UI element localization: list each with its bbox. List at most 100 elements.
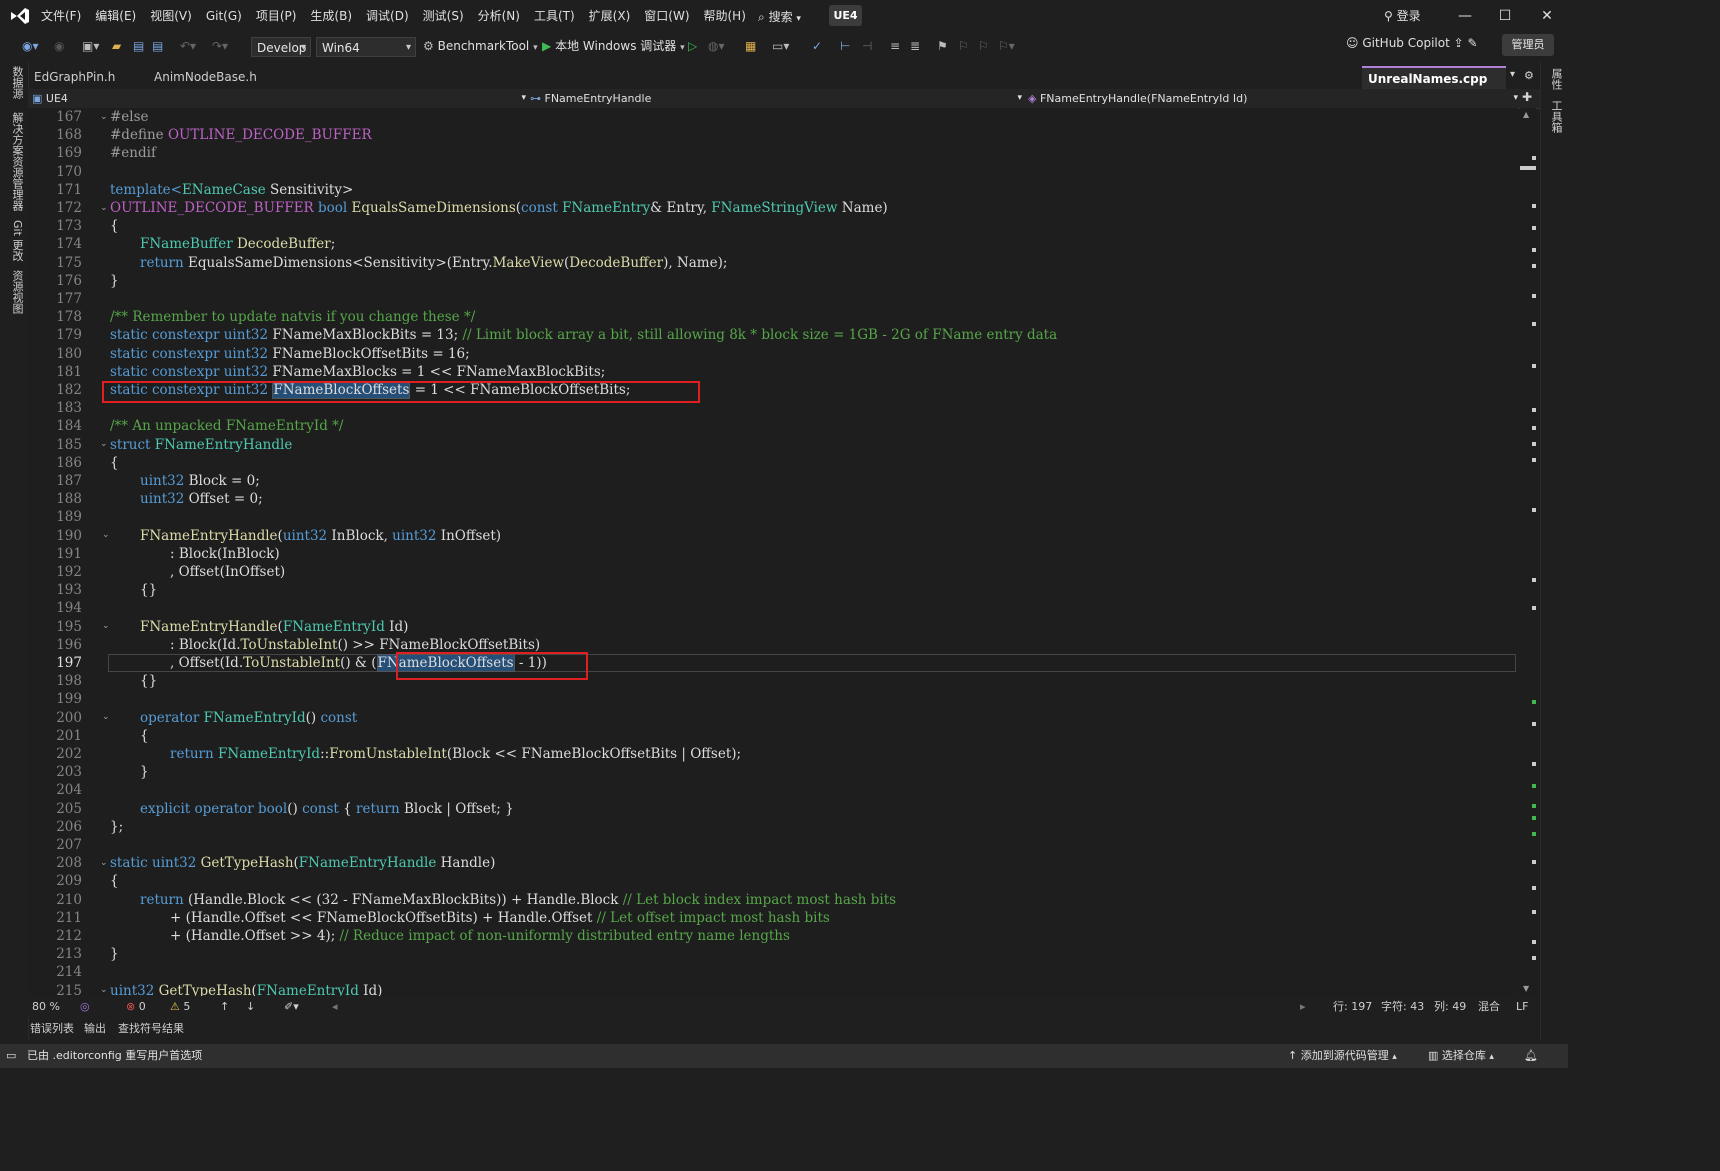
outdent-icon[interactable]: ⊣ <box>862 36 872 56</box>
data-sources-tab[interactable]: 数据源 <box>9 66 25 99</box>
startup-project-select[interactable]: ⚙ BenchmarkTool ▾ <box>423 36 538 56</box>
platform-select[interactable]: Win64 <box>316 37 416 58</box>
toolbox-tab[interactable]: 工具箱 <box>1548 100 1564 133</box>
scroll-left-icon[interactable]: ◂ <box>332 997 338 1016</box>
chevron-down-icon: ▾ <box>1017 93 1022 103</box>
forward-icon[interactable]: ◉ <box>54 36 64 56</box>
indent-mode[interactable]: 混合 <box>1478 997 1500 1016</box>
settings-gear-icon[interactable]: ⚙ <box>1524 69 1534 82</box>
split-icon[interactable]: ✚ <box>1522 90 1532 104</box>
code-token: explicit operator bool <box>140 800 288 817</box>
save-all-icon[interactable]: ▤ <box>152 36 163 56</box>
fold-marker[interactable]: ⌄ <box>100 199 108 217</box>
line-indicator[interactable]: 行: 197 <box>1333 997 1372 1016</box>
zoom-level[interactable]: 80 % <box>32 997 60 1016</box>
intellisense-icon[interactable]: ◎ <box>80 997 90 1016</box>
scroll-thumb[interactable] <box>1520 166 1536 170</box>
menu-debug[interactable]: 调试(D) <box>359 0 416 32</box>
line-number: 193 <box>56 582 82 599</box>
project-dropdown[interactable]: ▣ UE4 ▾ <box>32 89 526 108</box>
solution-explorer-icon[interactable]: ▦ <box>745 36 756 56</box>
spell-check-icon[interactable]: ✓ <box>812 36 822 56</box>
tab-unrealnames[interactable]: UnrealNames.cpp ⊥ ✕ <box>1362 66 1506 108</box>
fold-marker[interactable]: ⌄ <box>102 708 110 726</box>
tab-output[interactable]: 输出 <box>84 1020 106 1038</box>
chevron-down-icon: ▾ <box>521 93 526 103</box>
code-line-213: } <box>110 945 119 963</box>
login-button[interactable]: ⚲ 登录 <box>1384 7 1421 24</box>
menu-test[interactable]: 测试(S) <box>416 0 471 32</box>
save-icon[interactable]: ▤ <box>133 36 144 56</box>
menu-git[interactable]: Git(G) <box>199 0 249 32</box>
menu-analyze[interactable]: 分析(N) <box>471 0 527 32</box>
hot-reload-icon[interactable]: ◍▾ <box>708 36 725 56</box>
menu-edit[interactable]: 编辑(E) <box>88 0 143 32</box>
fold-marker[interactable]: ⌄ <box>100 435 108 453</box>
tab-animnodebase[interactable]: AnimNodeBase.h <box>148 66 274 88</box>
layout-icon[interactable]: ▭▾ <box>772 36 789 56</box>
github-copilot-button[interactable]: ☺ GitHub Copilot ⇪ ✎ <box>1346 36 1478 50</box>
next-issue-icon[interactable]: ↓ <box>246 997 255 1016</box>
tab-find-symbol-results[interactable]: 查找符号结果 <box>118 1020 184 1038</box>
menu-build[interactable]: 生成(B) <box>303 0 359 32</box>
scroll-down-icon[interactable]: ▼ <box>1523 984 1529 993</box>
scroll-right-icon[interactable]: ▸ <box>1300 997 1306 1016</box>
code-editor[interactable]: 167 168 169 170 171 172 173 174 175 176 177 178 179 1… <box>28 108 1518 996</box>
tab-error-list[interactable]: 错误列表 <box>30 1020 74 1038</box>
vertical-scrollbar[interactable]: ▲ ▼ <box>1520 108 1536 996</box>
error-count-button[interactable]: ⊗ 0 <box>126 997 146 1016</box>
clear-bookmarks-icon[interactable]: ⚐▾ <box>998 36 1015 56</box>
back-icon[interactable]: ◉▾ <box>22 36 39 56</box>
select-repository-button[interactable]: ▥ 选择仓库 ▴ <box>1428 1044 1494 1069</box>
menu-tools[interactable]: 工具(T) <box>527 0 582 32</box>
configuration-select[interactable]: Develop <box>251 37 311 58</box>
close-button[interactable]: ✕ <box>1532 6 1562 26</box>
menu-help[interactable]: 帮助(H) <box>697 0 753 32</box>
fold-marker[interactable]: ⌄ <box>102 526 110 544</box>
column-indicator[interactable]: 列: 49 <box>1434 997 1466 1016</box>
bell-icon[interactable]: 🔔︎ <box>1524 1044 1538 1068</box>
scroll-up-icon[interactable]: ▲ <box>1523 110 1529 119</box>
comment-icon[interactable]: ≡ <box>890 36 900 56</box>
solution-explorer-tab[interactable]: 解决方案资源管理器 <box>9 112 25 211</box>
next-bookmark-icon[interactable]: ⚐ <box>978 36 989 56</box>
solution-name-badge[interactable]: UE4 <box>829 5 862 26</box>
char-indicator[interactable]: 字符: 43 <box>1381 997 1424 1016</box>
open-folder-icon[interactable]: ▰ <box>112 36 121 56</box>
git-changes-tab[interactable]: Git 更改 <box>9 220 25 261</box>
minimize-button[interactable]: — <box>1450 6 1480 26</box>
fold-marker[interactable]: ⌄ <box>100 981 108 996</box>
add-to-source-control-button[interactable]: ↑ 添加到源代码管理 ▴ <box>1288 1044 1397 1069</box>
uncomment-icon[interactable]: ≣ <box>910 36 920 56</box>
resource-view-tab[interactable]: 资源视图 <box>9 270 25 314</box>
menu-window[interactable]: 窗口(W) <box>637 0 696 32</box>
menu-view[interactable]: 视图(V) <box>143 0 199 32</box>
fold-marker[interactable]: ⌄ <box>102 617 110 635</box>
code-token: ToUnstableInt <box>240 636 338 653</box>
step-icon[interactable]: ⊢ <box>840 36 850 56</box>
member-dropdown[interactable]: ◈ FNameEntryHandle(FNameEntryId Id) ▾ <box>1028 89 1518 108</box>
previous-issue-icon[interactable]: ↑ <box>220 997 229 1016</box>
undo-icon[interactable]: ↶▾ <box>180 36 196 56</box>
warning-count-button[interactable]: ⚠ 5 <box>170 997 190 1016</box>
menu-project[interactable]: 项目(P) <box>249 0 304 32</box>
start-without-debugging-icon[interactable]: ▷ <box>688 36 697 56</box>
maximize-button[interactable]: ☐ <box>1490 6 1520 26</box>
redo-icon[interactable]: ↷▾ <box>212 36 228 56</box>
scope-dropdown[interactable]: ⊶ FNameEntryHandle ▾ <box>530 89 1022 108</box>
menu-extensions[interactable]: 扩展(X) <box>582 0 638 32</box>
menu-file[interactable]: 文件(F) <box>34 0 88 32</box>
properties-tab[interactable]: 属性 <box>1548 68 1564 90</box>
fold-marker[interactable]: ⌄ <box>100 854 108 872</box>
prev-bookmark-icon[interactable]: ⚐ <box>958 36 969 56</box>
notification-icon[interactable]: ▭ <box>6 1044 16 1068</box>
bookmark-icon[interactable]: ⚑ <box>937 36 948 56</box>
tab-edgraphpin[interactable]: EdGraphPin.h <box>28 66 148 88</box>
search-button[interactable]: ⌕ 搜索 ▾ <box>758 8 801 25</box>
line-ending[interactable]: LF <box>1516 997 1528 1016</box>
tab-list-chevron-down-icon[interactable]: ▾ <box>1510 69 1515 80</box>
new-project-icon[interactable]: ▣▾ <box>82 36 99 56</box>
code-cleanup-icon[interactable]: ✐▾ <box>284 997 299 1016</box>
start-debugging-button[interactable]: ▶ 本地 Windows 调试器 ▾ <box>542 36 685 56</box>
fold-marker[interactable]: ⌄ <box>100 108 108 126</box>
